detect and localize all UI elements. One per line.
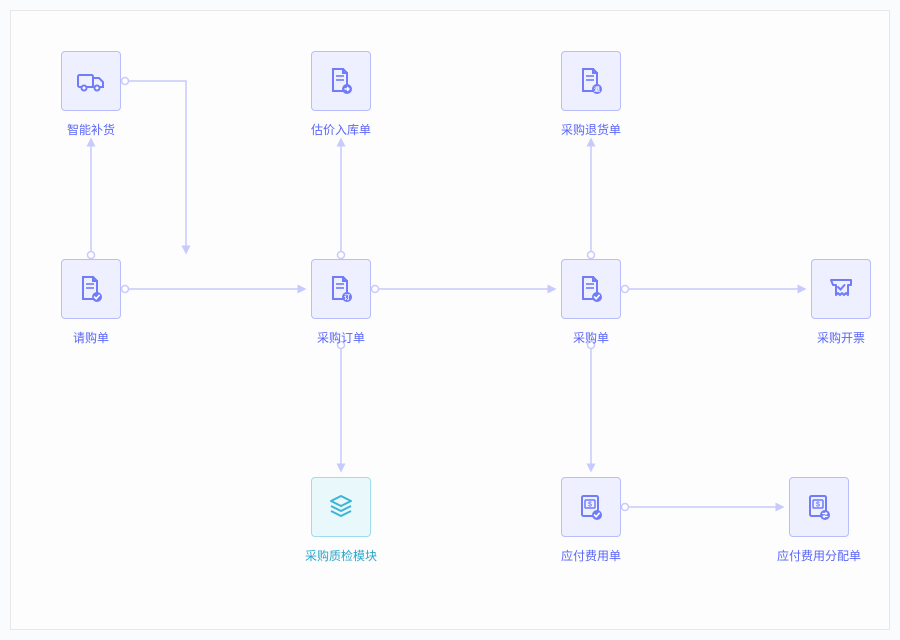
node-box: $ bbox=[789, 477, 849, 537]
doc-check-icon bbox=[75, 273, 107, 305]
node-n2[interactable]: 估价入库单 bbox=[301, 51, 381, 138]
node-n5[interactable]: 订采购订单 bbox=[301, 259, 381, 346]
node-n10[interactable]: $ 应付费用分配单 bbox=[779, 477, 859, 564]
node-n8[interactable]: 采购质检模块 bbox=[301, 477, 381, 564]
doc-check-icon bbox=[575, 273, 607, 305]
layers-icon bbox=[325, 491, 357, 523]
node-n6[interactable]: 采购单 bbox=[551, 259, 631, 346]
node-label: 采购开票 bbox=[817, 329, 865, 346]
node-box: 订 bbox=[311, 259, 371, 319]
node-n9[interactable]: $ 应付费用单 bbox=[551, 477, 631, 564]
node-box: 退 bbox=[561, 51, 621, 111]
node-n7[interactable]: 采购开票 bbox=[801, 259, 881, 346]
node-box bbox=[811, 259, 871, 319]
node-label: 采购质检模块 bbox=[305, 547, 377, 564]
flowchart-canvas: 智能补货估价入库单退采购退货单请购单订采购订单采购单采购开票采购质检模块$应付费… bbox=[10, 10, 890, 630]
node-label: 请购单 bbox=[73, 329, 109, 346]
node-box bbox=[311, 51, 371, 111]
node-n4[interactable]: 请购单 bbox=[51, 259, 131, 346]
node-label: 智能补货 bbox=[67, 121, 115, 138]
node-label: 采购订单 bbox=[317, 329, 365, 346]
svg-text:订: 订 bbox=[344, 294, 350, 302]
svg-text:$: $ bbox=[816, 502, 820, 509]
receipt-icon bbox=[825, 273, 857, 305]
node-n1[interactable]: 智能补货 bbox=[51, 51, 131, 138]
svg-text:退: 退 bbox=[594, 86, 600, 94]
node-box bbox=[561, 259, 621, 319]
svg-text:$: $ bbox=[588, 502, 592, 509]
doc-money-icon: $ bbox=[575, 491, 607, 523]
doc-order-icon: 订 bbox=[325, 273, 357, 305]
truck-icon bbox=[75, 65, 107, 97]
node-box bbox=[311, 477, 371, 537]
doc-swap-icon: $ bbox=[803, 491, 835, 523]
node-label: 采购单 bbox=[573, 329, 609, 346]
node-label: 估价入库单 bbox=[311, 121, 371, 138]
node-box bbox=[61, 51, 121, 111]
edge-layer bbox=[11, 11, 889, 629]
doc-arrow-icon bbox=[325, 65, 357, 97]
doc-return-icon: 退 bbox=[575, 65, 607, 97]
node-label: 采购退货单 bbox=[561, 121, 621, 138]
node-label: 应付费用单 bbox=[561, 547, 621, 564]
node-n3[interactable]: 退采购退货单 bbox=[551, 51, 631, 138]
node-box bbox=[61, 259, 121, 319]
node-label: 应付费用分配单 bbox=[777, 547, 861, 564]
node-box: $ bbox=[561, 477, 621, 537]
